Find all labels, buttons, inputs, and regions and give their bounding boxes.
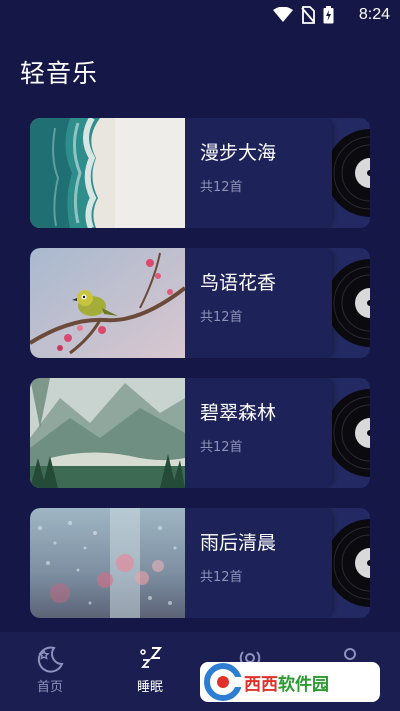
- card-track-count: 共12首: [200, 570, 243, 585]
- zzz-icon: [140, 647, 163, 668]
- playlist-card-rain[interactable]: 雨后清晨 共12首: [30, 508, 370, 618]
- card-title: 雨后清晨: [200, 532, 277, 554]
- card-panel: 碧翠森林 共12首: [30, 378, 332, 488]
- card-track-count: 共12首: [200, 310, 243, 325]
- watermark-logo: 西西软件园: [200, 662, 380, 702]
- nav-label: 首页: [36, 680, 63, 695]
- no-sim-icon: [301, 6, 315, 24]
- card-title: 漫步大海: [200, 142, 277, 164]
- watermark-green: 软件园: [278, 674, 329, 695]
- status-icons: [273, 6, 334, 24]
- page-title: 轻音乐: [20, 59, 99, 88]
- card-panel: 雨后清晨 共12首: [30, 508, 332, 618]
- playlist-card-bird[interactable]: 鸟语花香 共12首: [30, 248, 370, 358]
- rainy-window-image: [30, 508, 185, 618]
- status-bar: 8:24: [0, 0, 400, 32]
- playlist-card-ocean[interactable]: 漫步大海 共12首: [30, 118, 370, 228]
- card-track-count: 共12首: [200, 440, 243, 455]
- bird-blossom-image: [30, 248, 185, 358]
- mountain-forest-image: [30, 378, 185, 488]
- card-track-count: 共12首: [200, 180, 243, 195]
- card-panel: 鸟语花香 共12首: [30, 248, 332, 358]
- ocean-beach-image: [30, 118, 185, 228]
- watermark-red: 西西: [244, 674, 278, 695]
- card-title: 碧翠森林: [200, 402, 277, 424]
- watermark-text: 西西软件园: [244, 670, 329, 695]
- status-time: 8:24: [358, 6, 390, 23]
- card-title: 鸟语花香: [200, 272, 277, 294]
- battery-charging-icon: [323, 6, 334, 24]
- nav-home[interactable]: 首页: [20, 644, 80, 695]
- nav-sleep[interactable]: 睡眠: [120, 644, 180, 695]
- nav-label: 睡眠: [136, 680, 163, 695]
- card-panel: 漫步大海 共12首: [30, 118, 332, 228]
- wifi-icon: [273, 7, 293, 22]
- site-logo-icon: [204, 663, 242, 701]
- playlist-card-forest[interactable]: 碧翠森林 共12首: [30, 378, 370, 488]
- moon-star-icon: [37, 646, 64, 673]
